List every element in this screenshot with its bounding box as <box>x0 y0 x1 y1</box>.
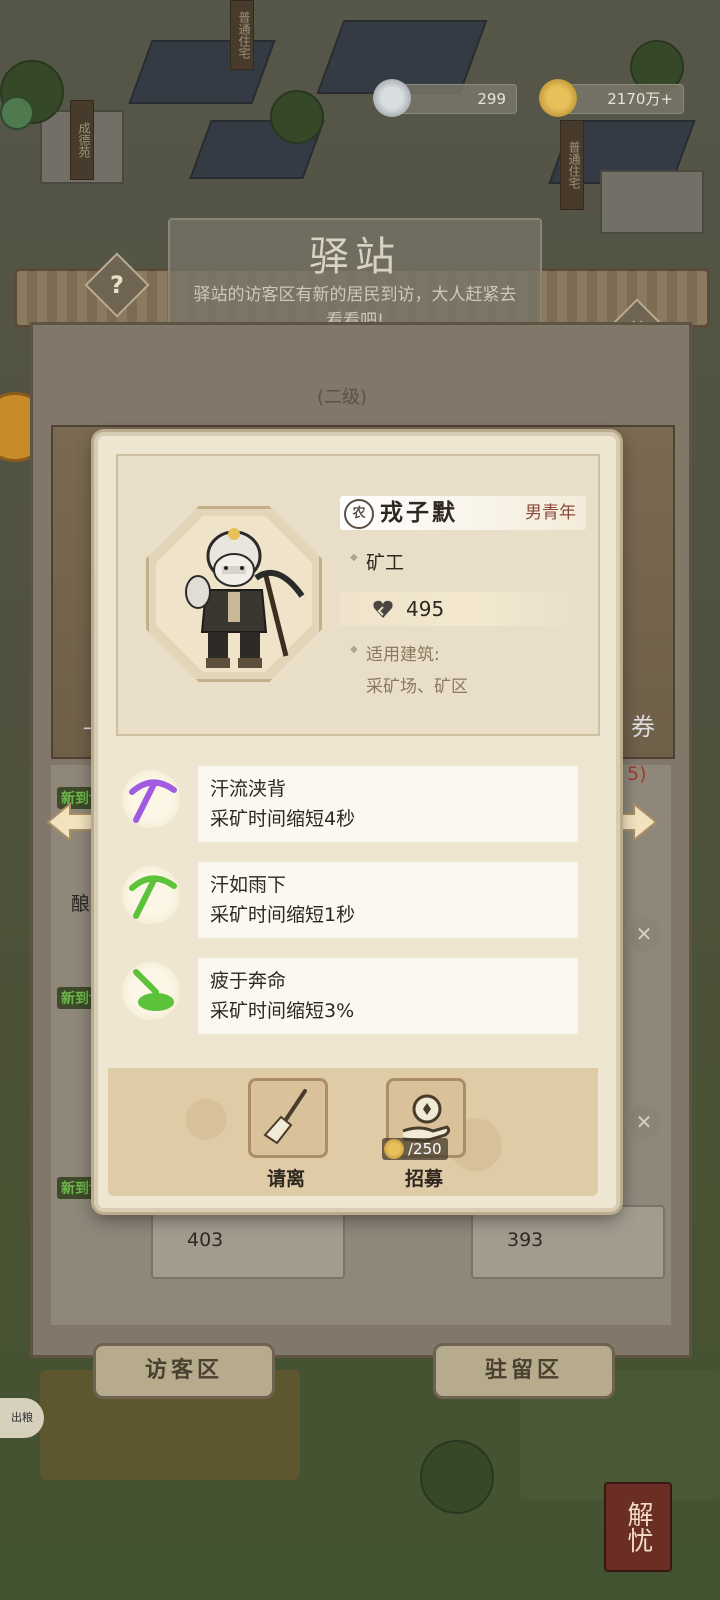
resident-power: 495 <box>406 597 445 621</box>
resident-job: 矿工 <box>366 552 405 574</box>
trait-name: 汗如雨下 <box>210 874 287 896</box>
resident-info-panel: 农 戎子默 男青年 ◆ 矿工 ◆ 495 ◆ 适用建筑: 采矿场、矿区 <box>116 454 600 736</box>
trait-item: 汗流浃背 采矿时间缩短4秒 <box>112 766 582 846</box>
trait-desc: 采矿时间缩短4秒 <box>210 808 356 830</box>
tab-resident[interactable]: 驻留区 <box>433 1343 615 1399</box>
silver-counter: 299 <box>373 79 517 117</box>
leaf-icon[interactable] <box>0 96 34 130</box>
broom-icon <box>263 1089 307 1145</box>
silver-value: 299 <box>477 90 506 108</box>
copper-coin-icon <box>384 1139 404 1159</box>
station-level: (二级) <box>317 387 368 408</box>
trait-desc: 采矿时间缩短1秒 <box>210 904 356 926</box>
side-tab[interactable]: 出粮 <box>0 1398 44 1438</box>
question-icon: ? <box>110 271 124 299</box>
trait-item: 汗如雨下 采矿时间缩短1秒 <box>112 862 582 942</box>
building-list: 采矿场、矿区 <box>366 677 468 697</box>
copper-coin-icon <box>539 79 577 117</box>
purple-pickaxe-icon <box>122 770 180 828</box>
visitor-power: 393 <box>507 1229 544 1251</box>
trait-item: 疲于奔命 采矿时间缩短3% <box>112 958 582 1038</box>
coin-value: 2170万+ <box>607 90 673 108</box>
close-icon[interactable]: ✕ <box>627 1105 661 1139</box>
action-area: 请离 /250 招募 <box>108 1068 598 1196</box>
recruit-cost-value: /250 <box>408 1140 442 1158</box>
visitor-power: 403 <box>187 1229 224 1251</box>
coin-counter[interactable]: 2170万+ <box>539 79 684 117</box>
silver-ingot-icon <box>373 79 411 117</box>
resident-detail-popup: 农 戎子默 男青年 ◆ 矿工 ◆ 495 ◆ 适用建筑: 采矿场、矿区 汗流浃背 <box>94 432 620 1212</box>
visitor-card[interactable]: 393 <box>471 1205 665 1279</box>
tab-visitor[interactable]: 访客区 <box>93 1343 275 1399</box>
jieyou-button[interactable]: 解忧 <box>604 1482 672 1572</box>
diamond-bullet-icon: ◆ <box>350 552 358 563</box>
resident-name: 戎子默 <box>380 500 458 526</box>
dismiss-button[interactable] <box>248 1078 328 1158</box>
recruit-cost: /250 <box>382 1138 448 1160</box>
station-title: 驿站 <box>309 234 401 280</box>
visitor-count: 5) <box>627 763 647 785</box>
resident-name-bar: 农 戎子默 男青年 <box>340 496 586 530</box>
diamond-bullet-icon: ◆ <box>350 644 358 655</box>
resident-portrait <box>146 506 322 682</box>
resident-power-row: 495 <box>340 592 586 626</box>
close-icon[interactable]: ✕ <box>627 917 661 951</box>
building-label: 适用建筑: <box>366 645 440 665</box>
trait-desc: 采矿时间缩短3% <box>210 1000 355 1022</box>
green-shovel-icon <box>122 962 180 1020</box>
resident-gender-age: 男青年 <box>525 503 576 523</box>
trait-name: 疲于奔命 <box>210 970 287 992</box>
class-badge-icon: 农 <box>344 499 374 529</box>
ticket-button[interactable]: 券 <box>631 707 655 742</box>
heart-power-icon <box>373 600 393 618</box>
green-pickaxe-icon <box>122 866 180 924</box>
visitor-card[interactable]: 403 <box>151 1205 345 1279</box>
dismiss-label: 请离 <box>266 1168 305 1190</box>
recruit-label: 招募 <box>404 1168 443 1190</box>
trait-name: 汗流浃背 <box>210 778 287 800</box>
miner-avatar <box>185 528 305 668</box>
